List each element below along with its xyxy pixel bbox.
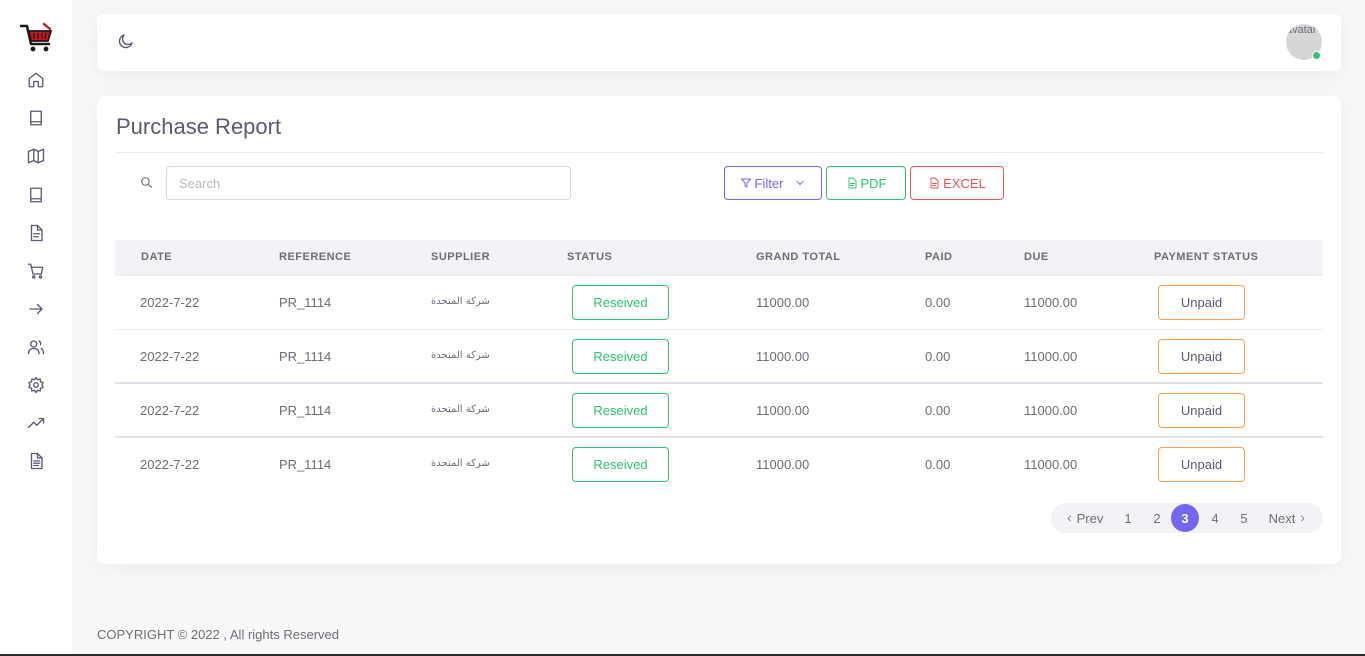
cell-reference: PR_1114	[279, 349, 332, 364]
next-page-button[interactable]: Next	[1265, 503, 1311, 533]
sidebar	[0, 0, 72, 656]
page-button-5[interactable]: 5	[1234, 503, 1254, 533]
cell-grand-total: 11000.00	[756, 403, 810, 418]
status-badge: Reseived	[572, 339, 669, 374]
page-button-3-current[interactable]: 3	[1171, 504, 1199, 532]
column-header-supplier[interactable]: SUPPLIER	[431, 251, 490, 263]
trending-up-icon[interactable]	[26, 413, 46, 433]
cell-grand-total: 11000.00	[756, 457, 810, 472]
payment-status-badge[interactable]: Unpaid	[1158, 393, 1245, 428]
cell-grand-total: 11000.00	[756, 349, 810, 364]
top-navbar: avatar	[97, 14, 1341, 71]
table-header: DATE REFERENCE SUPPLIER STATUS GRAND TOT…	[115, 240, 1323, 276]
pagination: Prev 1 2 3 4 5 Next	[1051, 503, 1323, 533]
chevron-left-icon	[1067, 515, 1071, 521]
cell-due: 11000.00	[1024, 295, 1078, 310]
cell-reference: PR_1114	[279, 457, 332, 472]
purchase-report-card: Purchase Report Filter PDF EXCEL DATE RE…	[97, 96, 1341, 564]
filter-button-label: Filter	[754, 175, 784, 191]
column-header-grand-total[interactable]: GRAND TOTAL	[756, 251, 841, 263]
chevron-down-icon	[796, 181, 804, 185]
book-icon[interactable]	[26, 185, 46, 205]
column-header-reference[interactable]: REFERENCE	[279, 251, 351, 263]
pdf-button-label: PDF	[860, 175, 887, 191]
page-button-1[interactable]: 1	[1118, 503, 1138, 533]
cell-supplier: شركة المتحدة	[431, 404, 490, 415]
online-status-dot	[1312, 51, 1321, 60]
table-row: 2022-7-22 PR_1114 شركة المتحدة Reseived …	[115, 384, 1323, 438]
file-icon	[930, 177, 939, 189]
cell-paid: 0.00	[925, 457, 951, 472]
users-icon[interactable]	[26, 337, 46, 357]
column-header-paid[interactable]: PAID	[925, 251, 952, 263]
avatar-alt-text: avatar	[1286, 24, 1317, 36]
cell-date: 2022-7-22	[140, 295, 200, 310]
column-header-status[interactable]: STATUS	[567, 251, 612, 263]
arrow-right-icon[interactable]	[26, 299, 46, 319]
next-page-label: Next	[1268, 510, 1296, 526]
table-row: 2022-7-22 PR_1114 شركة المتحدة Reseived …	[115, 438, 1323, 492]
pdf-button[interactable]: PDF	[826, 166, 906, 200]
cell-supplier: شركة المتحدة	[431, 458, 490, 469]
column-header-payment-status[interactable]: PAYMENT STATUS	[1154, 251, 1258, 263]
payment-status-badge[interactable]: Unpaid	[1158, 339, 1245, 374]
page-button-4[interactable]: 4	[1205, 503, 1225, 533]
shopping-cart-logo-icon[interactable]	[19, 22, 54, 54]
prev-page-label: Prev	[1076, 510, 1104, 526]
column-header-date[interactable]: DATE	[141, 251, 172, 263]
search-input[interactable]	[166, 166, 571, 200]
status-badge: Reseived	[572, 393, 669, 428]
cell-date: 2022-7-22	[140, 457, 200, 472]
cell-paid: 0.00	[925, 295, 951, 310]
page-title: Purchase Report	[116, 114, 282, 139]
cell-reference: PR_1114	[279, 403, 332, 418]
cell-grand-total: 11000.00	[756, 295, 810, 310]
column-header-due[interactable]: DUE	[1024, 251, 1049, 263]
cell-due: 11000.00	[1024, 403, 1078, 418]
table-row: 2022-7-22 PR_1114 شركة المتحدة Reseived …	[115, 276, 1323, 330]
cell-due: 11000.00	[1024, 349, 1078, 364]
divider	[115, 152, 1323, 153]
file-text-icon[interactable]	[26, 451, 46, 471]
filter-icon	[740, 178, 751, 188]
excel-button-label: EXCEL	[943, 175, 986, 191]
cell-reference: PR_1114	[279, 295, 332, 310]
payment-status-badge[interactable]: Unpaid	[1158, 285, 1245, 320]
book-icon[interactable]	[26, 108, 46, 128]
file-icon	[848, 177, 856, 189]
table-row: 2022-7-22 PR_1114 شركة المتحدة Reseived …	[115, 330, 1323, 384]
status-badge: Reseived	[572, 285, 669, 320]
payment-status-badge[interactable]: Unpaid	[1158, 447, 1245, 482]
status-badge: Reseived	[572, 447, 669, 482]
cell-due: 11000.00	[1024, 457, 1078, 472]
prev-page-button[interactable]: Prev	[1063, 503, 1105, 533]
filter-button[interactable]: Filter	[724, 166, 822, 200]
page-button-2[interactable]: 2	[1147, 503, 1167, 533]
home-icon[interactable]	[26, 70, 46, 90]
cell-date: 2022-7-22	[140, 349, 200, 364]
moon-icon[interactable]	[117, 32, 137, 52]
footer-copyright: COPYRIGHT © 2022 , All rights Reserved	[97, 627, 339, 642]
excel-button[interactable]: EXCEL	[910, 166, 1004, 200]
cell-supplier: شركة المتحدة	[431, 296, 490, 307]
search-icon	[140, 176, 154, 190]
settings-icon[interactable]	[26, 375, 46, 395]
map-icon[interactable]	[26, 146, 46, 166]
file-icon[interactable]	[26, 223, 46, 243]
cart-icon[interactable]	[26, 261, 46, 281]
cell-date: 2022-7-22	[140, 403, 200, 418]
chevron-right-icon	[1301, 515, 1305, 521]
cell-supplier: شركة المتحدة	[431, 350, 490, 361]
cell-paid: 0.00	[925, 349, 951, 364]
cell-paid: 0.00	[925, 403, 951, 418]
